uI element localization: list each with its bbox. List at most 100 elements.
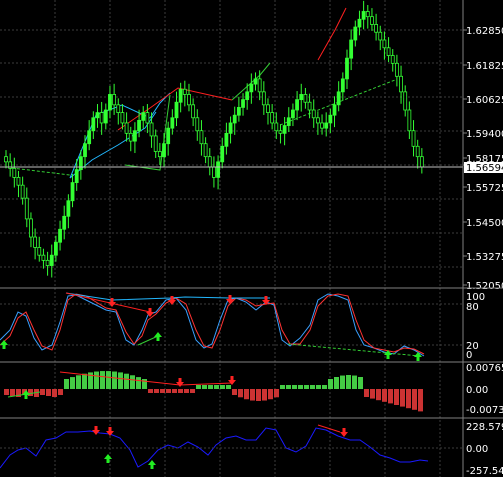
candle — [270, 112, 275, 124]
arrow-down-icon — [146, 308, 154, 317]
price-axis: 1.628501.618251.606251.594001.581751.569… — [463, 26, 503, 292]
candle — [83, 143, 87, 158]
cci-panel[interactable]: 228.5797 0.00 -257.548 — [0, 422, 503, 477]
macd-bar — [346, 375, 351, 389]
candle — [212, 166, 216, 178]
macd-bar — [298, 385, 303, 389]
candle — [353, 26, 358, 41]
candle — [232, 114, 237, 124]
candle — [378, 31, 383, 41]
macd-bar — [172, 389, 177, 393]
cci-label-zero: 0.00 — [466, 444, 488, 455]
arrow-up-icon — [104, 454, 112, 463]
macd-bar — [166, 389, 171, 393]
price-axis-label: 1.59400 — [466, 129, 503, 140]
macd-bar — [10, 389, 15, 396]
macd-bar — [304, 385, 309, 389]
macd-bar — [160, 389, 165, 393]
macd-panel[interactable]: 0.007650 0.00 -0.00738 — [4, 363, 503, 416]
candle — [357, 18, 362, 28]
macd-bar — [232, 389, 237, 395]
macd-bar — [124, 373, 129, 389]
macd-bar — [316, 385, 321, 389]
candle — [241, 99, 245, 108]
candle — [370, 16, 374, 25]
candle — [149, 122, 154, 137]
candle — [49, 254, 54, 266]
candle — [340, 78, 345, 93]
macd-bar — [196, 385, 201, 389]
macd-bar — [40, 389, 45, 395]
macd-bar — [274, 389, 279, 398]
candle — [415, 145, 420, 158]
candle — [303, 94, 308, 103]
macd-bar — [370, 389, 375, 399]
candle — [162, 143, 166, 158]
candle — [41, 254, 46, 261]
macd-bar — [76, 375, 81, 389]
macd-bar — [4, 389, 9, 395]
macd-bar — [292, 385, 297, 389]
macd-histogram — [4, 371, 423, 412]
main-price-chart[interactable]: 1.628501.618251.606251.594001.581751.569… — [0, 0, 503, 477]
main-grid — [0, 0, 463, 477]
current-price-label: 1.56594 — [466, 163, 503, 174]
candle — [199, 130, 204, 145]
candle — [403, 91, 408, 111]
candle — [58, 228, 62, 243]
candle — [291, 109, 295, 119]
macd-bar — [406, 389, 411, 409]
price-axis-label: 1.54500 — [466, 218, 503, 229]
candle — [112, 94, 117, 106]
arrow-down-icon — [92, 426, 100, 435]
trading-chart[interactable]: 1.628501.618251.606251.594001.581751.569… — [0, 0, 503, 477]
price-axis-label: 1.60625 — [466, 95, 503, 106]
macd-bar — [52, 389, 57, 397]
candle — [220, 145, 225, 163]
macd-bar — [226, 385, 231, 389]
candle — [95, 112, 100, 119]
macd-bar — [118, 372, 123, 389]
candle — [153, 135, 158, 152]
candle — [62, 215, 67, 230]
candle — [345, 57, 349, 80]
macd-bar — [58, 389, 63, 395]
candle — [336, 91, 341, 106]
arrow-up-icon — [0, 340, 8, 349]
stochastic-panel[interactable]: 100 80 20 0 — [0, 292, 485, 361]
stoch-red-divergence — [65, 292, 151, 313]
candle — [407, 109, 412, 132]
candle — [203, 143, 208, 158]
macd-bar — [394, 389, 399, 405]
candle — [66, 200, 71, 217]
candle — [274, 122, 279, 132]
candle — [419, 156, 424, 168]
candle — [295, 99, 299, 111]
candle — [374, 24, 378, 33]
cci-axis: 228.5797 0.00 -257.548 — [466, 422, 503, 477]
candle — [108, 94, 112, 111]
macd-bar — [280, 385, 285, 389]
macd-bar — [106, 371, 111, 389]
candle — [278, 130, 283, 134]
candle — [4, 156, 8, 163]
candle — [78, 156, 83, 171]
candle — [45, 259, 50, 266]
macd-bar — [334, 377, 339, 389]
macd-bar — [238, 389, 243, 398]
candle — [91, 117, 96, 132]
candle — [12, 167, 17, 178]
macd-bar — [154, 389, 159, 393]
candle — [174, 101, 179, 119]
candle — [216, 161, 220, 178]
candle — [191, 104, 196, 119]
candle — [128, 132, 133, 142]
candle — [20, 184, 25, 199]
price-axis-label: 1.62850 — [466, 26, 503, 37]
candle — [166, 127, 171, 145]
candle — [245, 91, 250, 101]
arrow-up-icon — [154, 332, 162, 341]
macd-bar — [358, 377, 363, 389]
macd-label-top: 0.007650 — [466, 363, 503, 374]
candle — [328, 114, 333, 124]
